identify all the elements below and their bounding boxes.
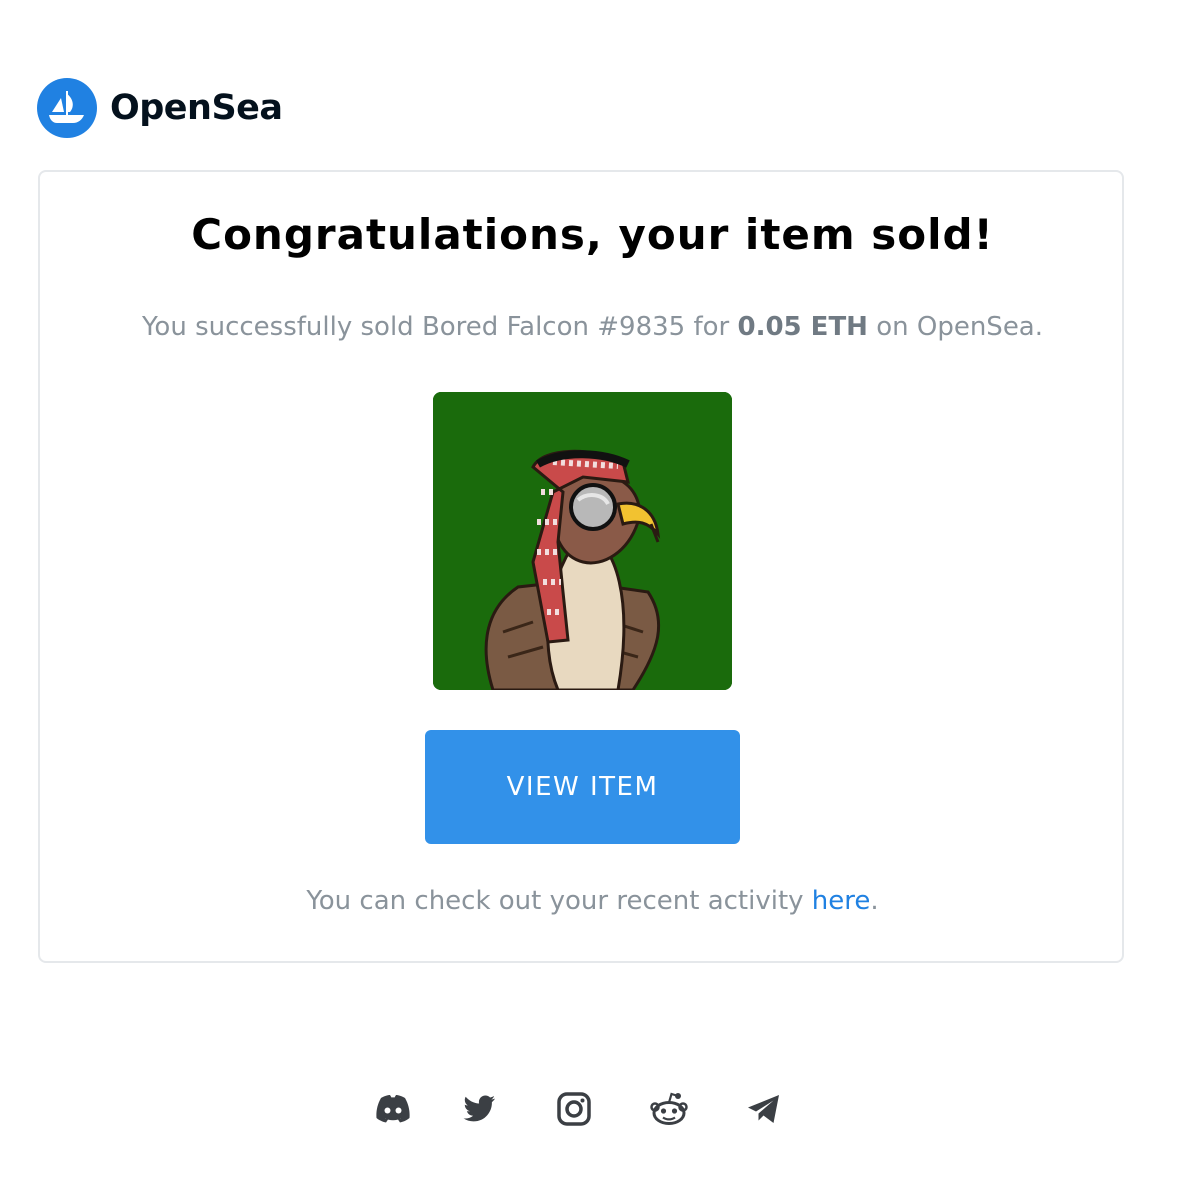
view-item-button[interactable]: VIEW ITEM	[425, 730, 740, 844]
twitter-icon[interactable]	[458, 1088, 500, 1130]
activity-message-suffix: .	[870, 886, 879, 916]
brand-name: OpenSea	[110, 88, 283, 128]
social-links	[0, 1088, 1185, 1130]
activity-here-link[interactable]: here	[812, 886, 871, 916]
reddit-icon[interactable]	[648, 1088, 690, 1130]
activity-message: You can check out your recent activity h…	[0, 886, 1185, 916]
opensea-logo-icon	[37, 78, 97, 138]
telegram-icon[interactable]	[743, 1088, 785, 1130]
instagram-icon[interactable]	[553, 1088, 595, 1130]
activity-message-prefix: You can check out your recent activity	[306, 886, 812, 916]
nft-item-image[interactable]	[433, 392, 732, 690]
sale-message-suffix: on OpenSea.	[867, 312, 1044, 342]
sale-price: 0.05 ETH	[737, 312, 868, 342]
sale-message: You successfully sold Bored Falcon #9835…	[0, 312, 1185, 342]
sale-message-prefix: You successfully sold Bored Falcon #9835…	[141, 312, 738, 342]
bored-falcon-artwork	[433, 392, 732, 690]
page-title: Congratulations, your item sold!	[191, 210, 994, 259]
discord-icon[interactable]	[372, 1088, 414, 1130]
opensea-brand[interactable]: OpenSea	[37, 78, 283, 138]
